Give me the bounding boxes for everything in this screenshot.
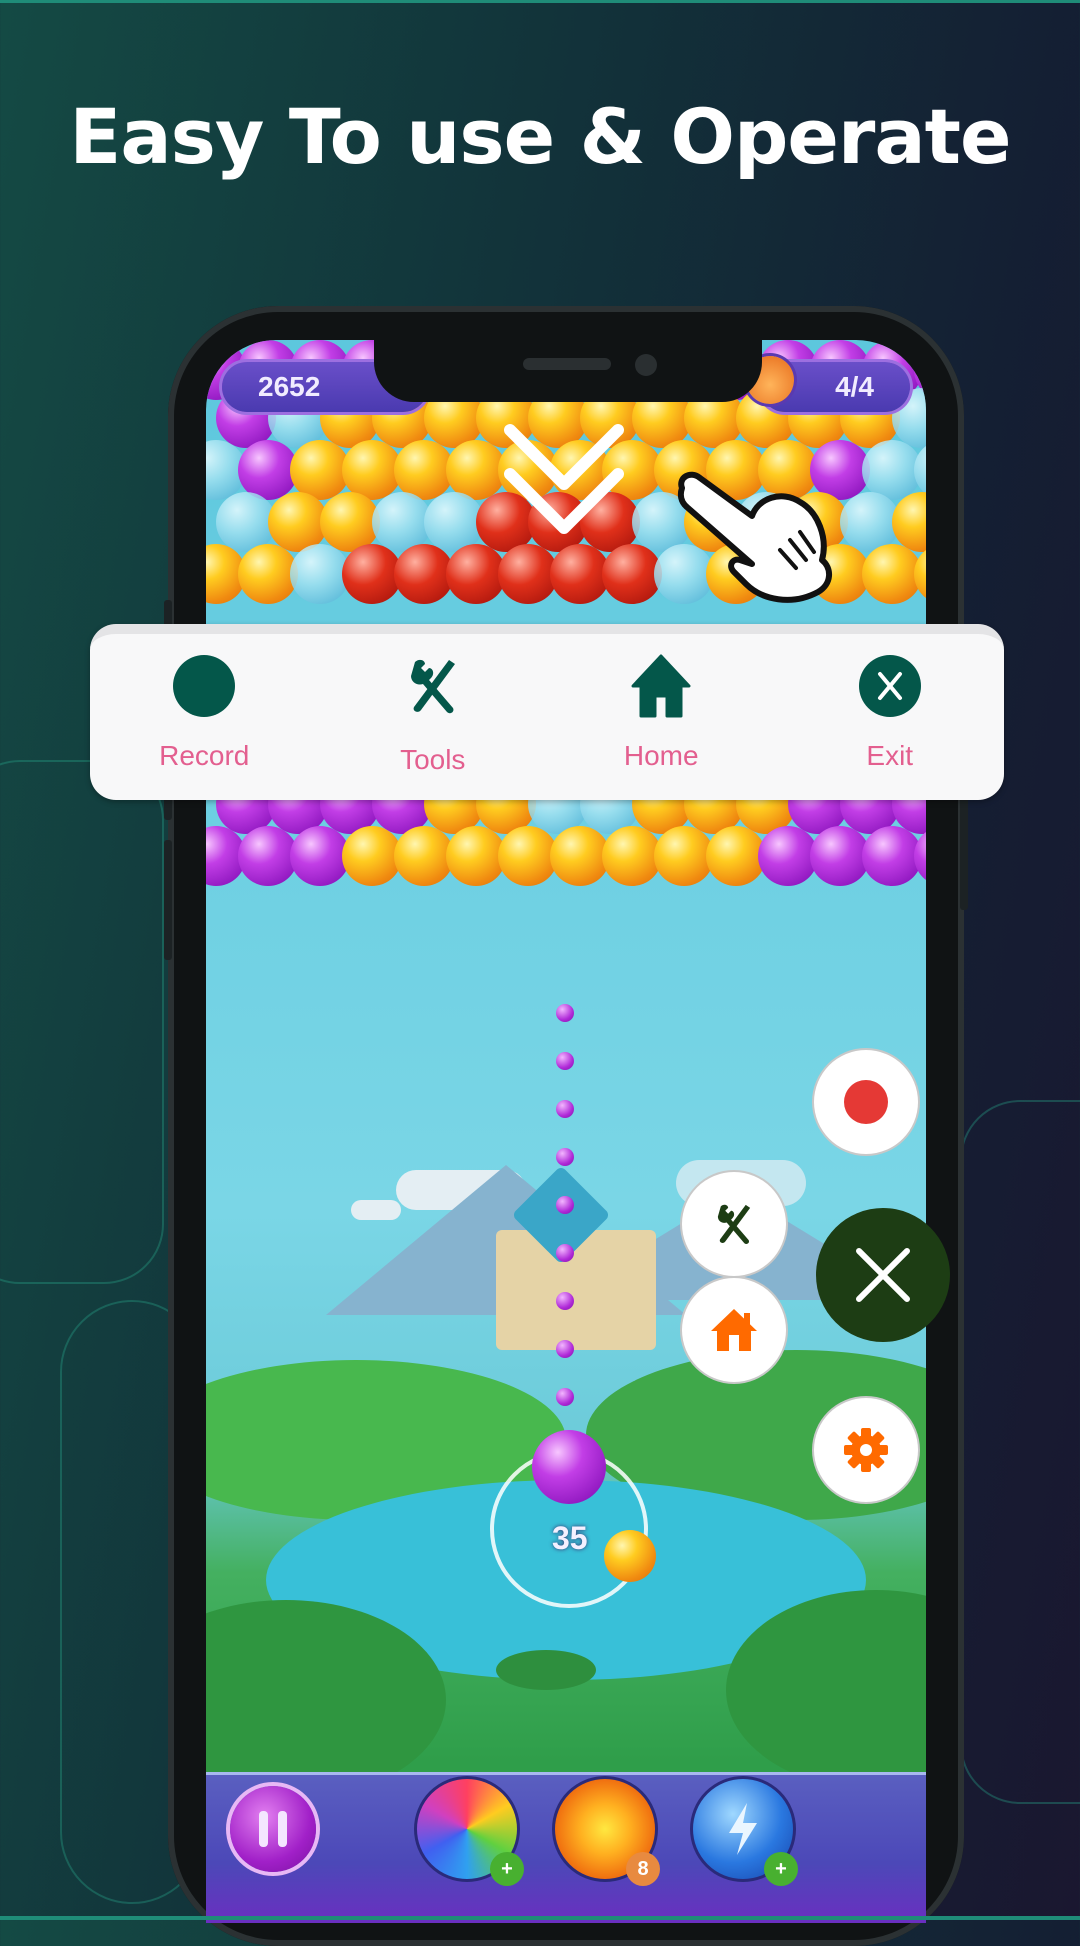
toolbar-exit-button[interactable]: Exit <box>780 634 1000 772</box>
bubble <box>914 544 926 604</box>
next-bubble[interactable] <box>604 1530 656 1582</box>
toolbar-home-button[interactable]: Home <box>551 634 771 772</box>
decorative-curve <box>0 760 164 1284</box>
bubble <box>862 826 922 886</box>
bubble <box>914 440 926 500</box>
bottom-accent-line <box>0 1916 1080 1920</box>
bubble <box>290 826 350 886</box>
floating-toolbar: Record Tools Home Exit <box>90 624 1004 800</box>
bubble <box>342 544 402 604</box>
bubble <box>550 544 610 604</box>
bubble <box>758 826 818 886</box>
aim-dot <box>556 1004 574 1022</box>
small-island <box>496 1650 596 1690</box>
bubble <box>394 440 454 500</box>
top-accent-line <box>0 0 1080 3</box>
floating-close-button[interactable] <box>816 1208 950 1342</box>
decorative-curve <box>960 1100 1080 1804</box>
aim-dot <box>556 1340 574 1358</box>
pause-icon <box>259 1811 287 1847</box>
toolbar-exit-label: Exit <box>866 740 914 771</box>
phone-camera <box>635 354 657 376</box>
bubble <box>238 440 298 500</box>
progress-value: 4/4 <box>835 371 874 402</box>
toolbar-record-label: Record <box>159 740 250 771</box>
phone-side-button <box>164 840 172 960</box>
bubble <box>498 826 558 886</box>
bubble <box>498 544 558 604</box>
toolbar-home-label: Home <box>623 740 699 771</box>
home-icon <box>711 1309 757 1351</box>
bubble <box>550 826 610 886</box>
record-dot-icon <box>844 1080 888 1124</box>
phone-speaker <box>523 358 611 370</box>
rainbow-booster-badge: + <box>490 1852 524 1886</box>
score-value: 2652 <box>258 371 321 402</box>
aim-dot <box>556 1148 574 1166</box>
bubble <box>342 440 402 500</box>
aim-dot <box>556 1244 574 1262</box>
aim-dot <box>556 1292 574 1310</box>
tools-icon <box>717 1204 751 1244</box>
floating-record-button[interactable] <box>814 1050 918 1154</box>
bubble <box>862 544 922 604</box>
headline: Easy To use & Operate <box>69 92 1011 181</box>
lightning-icon <box>729 1803 757 1855</box>
aim-dot <box>556 1388 574 1406</box>
bubble <box>424 492 484 552</box>
aim-dot <box>556 1052 574 1070</box>
tools-icon <box>410 659 455 714</box>
bubble <box>372 492 432 552</box>
fireball-booster-badge: 8 <box>626 1852 660 1886</box>
bubble <box>892 492 926 552</box>
bubble <box>342 826 402 886</box>
floating-settings-button[interactable] <box>814 1398 918 1502</box>
toolbar-tools-label: Tools <box>400 744 466 775</box>
bubble <box>914 826 926 886</box>
home-icon <box>631 654 691 718</box>
aim-dot <box>556 1100 574 1118</box>
bubble <box>862 440 922 500</box>
bubble <box>602 826 662 886</box>
floating-tools-button[interactable] <box>682 1172 786 1276</box>
record-icon <box>173 655 236 717</box>
shots-remaining: 35 <box>552 1520 588 1556</box>
bubble <box>706 826 766 886</box>
bubble <box>238 826 298 886</box>
bubble <box>290 440 350 500</box>
bubble <box>320 492 380 552</box>
close-icon <box>856 1248 910 1302</box>
bubble <box>810 826 870 886</box>
bubble <box>394 544 454 604</box>
bubble <box>654 826 714 886</box>
gear-icon <box>844 1428 888 1472</box>
current-bubble[interactable] <box>532 1430 606 1504</box>
toolbar-tools-button[interactable]: Tools <box>323 634 543 776</box>
floating-home-button[interactable] <box>682 1278 786 1382</box>
pause-button[interactable] <box>230 1786 316 1872</box>
bubble <box>446 544 506 604</box>
bubble <box>394 826 454 886</box>
bubble <box>238 544 298 604</box>
toolbar-record-button[interactable]: Record <box>94 634 314 772</box>
bubble <box>602 544 662 604</box>
aim-dot <box>556 1196 574 1214</box>
bubble <box>840 492 900 552</box>
bubble <box>216 492 276 552</box>
bubble <box>446 440 506 500</box>
bubble <box>446 826 506 886</box>
exit-icon <box>858 655 921 717</box>
lightning-booster-badge: + <box>764 1852 798 1886</box>
bubble <box>268 492 328 552</box>
double-chevron-down-icon <box>504 424 624 534</box>
bubble <box>290 544 350 604</box>
pointing-hand-icon <box>677 471 832 603</box>
